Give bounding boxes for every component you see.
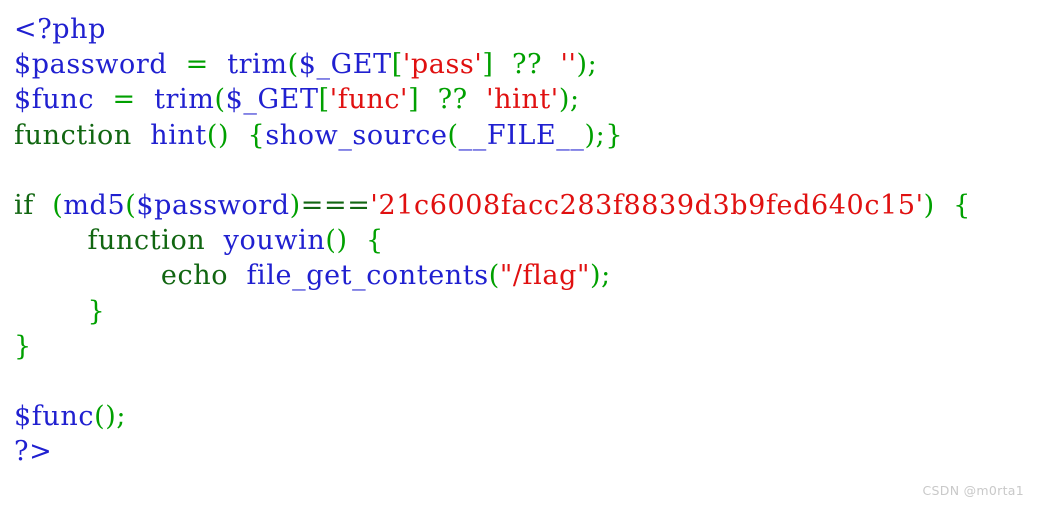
- code-token: $_GET: [225, 84, 319, 116]
- code-line: $func();: [14, 399, 1024, 434]
- code-token: ?>: [14, 436, 53, 468]
- code-token: ]: [408, 84, 420, 116]
- code-token: $password: [136, 189, 290, 221]
- code-token: hint: [150, 119, 207, 151]
- code-token: =: [112, 84, 136, 116]
- code-token: {: [365, 225, 384, 257]
- code-token: ;: [587, 49, 598, 81]
- code-token: =: [185, 49, 209, 81]
- code-token: $func: [14, 84, 95, 116]
- code-token: "/flag": [499, 260, 590, 292]
- code-token: {: [247, 119, 266, 151]
- code-token: [: [318, 84, 330, 116]
- code-token: {: [953, 189, 971, 221]
- code-token: function: [14, 119, 132, 151]
- csdn-watermark: CSDN @m0rta1: [922, 483, 1024, 498]
- code-token: ]: [482, 49, 494, 81]
- code-token: (): [325, 225, 348, 257]
- code-token: $password: [14, 49, 168, 81]
- code-line: }: [14, 329, 1024, 364]
- code-token: __FILE__: [458, 119, 585, 151]
- code-token: '': [560, 49, 577, 81]
- code-token: (: [214, 84, 226, 116]
- code-token: ;: [601, 260, 611, 292]
- code-token: (: [447, 119, 459, 151]
- code-token: function: [87, 225, 206, 257]
- php-code-listing: <?php $password = trim($_GET['pass'] ?? '…: [14, 12, 1024, 469]
- code-token: md5: [63, 189, 126, 221]
- code-token: ): [576, 49, 588, 81]
- code-token: ;: [569, 84, 580, 116]
- code-line: function hint() {show_source(__FILE__);}: [14, 118, 1024, 153]
- code-token: (: [52, 189, 64, 221]
- code-token: ===: [300, 189, 371, 221]
- code-token: ??: [437, 84, 468, 116]
- code-token: youwin: [223, 225, 326, 257]
- code-line: if (md5($password)==='21c6008facc283f883…: [14, 188, 1024, 223]
- code-token: }: [14, 330, 32, 362]
- code-token: if: [14, 189, 34, 221]
- code-token: trim: [227, 49, 288, 81]
- code-line: }: [14, 294, 1024, 329]
- code-token: ;: [116, 401, 127, 433]
- code-token: ??: [511, 49, 543, 81]
- code-token: (: [488, 260, 500, 292]
- code-token: ): [923, 189, 935, 221]
- code-token: (): [94, 401, 117, 433]
- code-token: $_GET: [298, 49, 392, 81]
- code-token: <?php: [14, 14, 107, 45]
- code-token: ;}: [595, 119, 624, 151]
- code-token: $func: [14, 401, 95, 433]
- code-token: (: [287, 49, 299, 81]
- code-token: trim: [154, 84, 215, 116]
- code-token: (): [206, 119, 230, 151]
- code-line: ?>: [14, 434, 1024, 469]
- code-token: ): [590, 260, 602, 292]
- code-token: 'hint': [486, 84, 559, 116]
- code-token: ): [289, 189, 301, 221]
- code-token: ): [584, 119, 596, 151]
- code-token: file_get_contents: [246, 260, 489, 292]
- code-token: '21c6008facc283f8839d3b9fed640c15': [370, 189, 924, 221]
- code-line: echo file_get_contents("/flag");: [14, 258, 1024, 293]
- code-line: function youwin() {: [14, 223, 1024, 258]
- code-token: }: [87, 295, 106, 327]
- code-token: show_source: [265, 119, 448, 151]
- code-token: [: [391, 49, 403, 81]
- code-token: ): [558, 84, 570, 116]
- code-line: <?php: [14, 12, 1024, 47]
- code-token: (: [125, 189, 137, 221]
- code-token: 'func': [329, 84, 409, 116]
- code-line: $password = trim($_GET['pass'] ?? '');: [14, 47, 1024, 82]
- code-token: echo: [160, 260, 229, 292]
- code-token: 'pass': [402, 49, 483, 81]
- code-line: $func = trim($_GET['func'] ?? 'hint');: [14, 82, 1024, 117]
